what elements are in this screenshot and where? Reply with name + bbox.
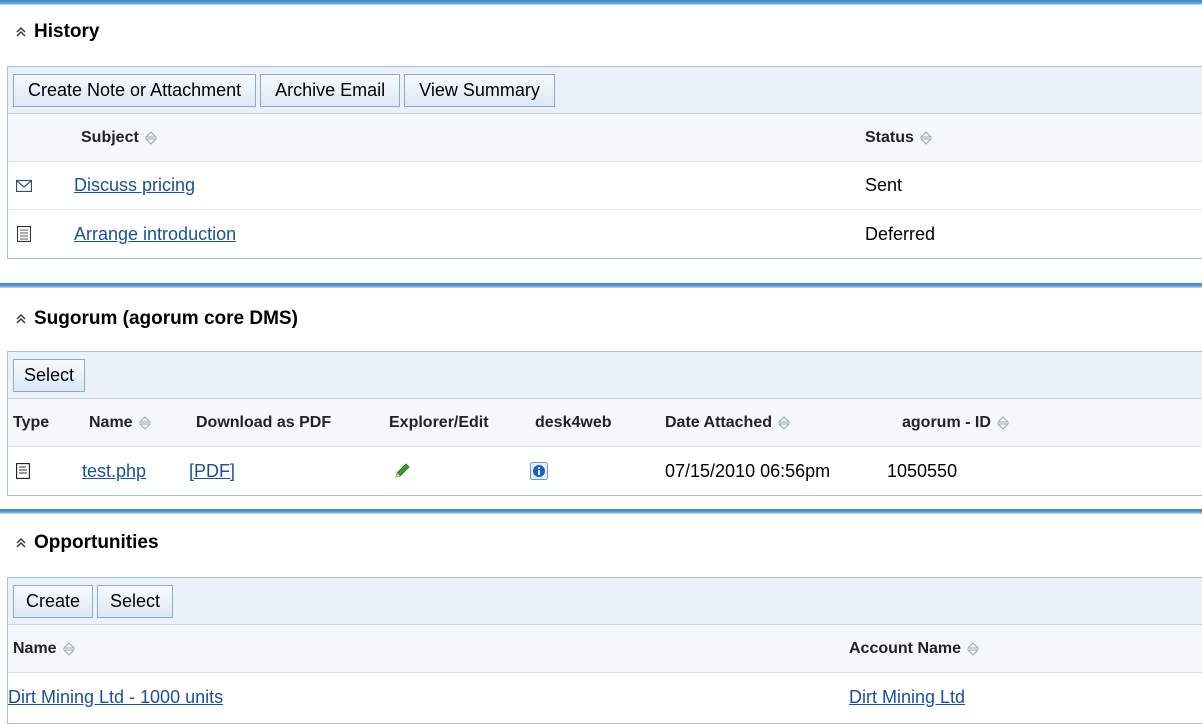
column-label: Subject (81, 128, 139, 146)
section-title: Opportunities (34, 532, 159, 553)
column-header-name[interactable]: Name (89, 414, 152, 432)
date-attached-text: 07/15/2010 06:56pm (665, 460, 831, 481)
column-header-type: Type (13, 413, 50, 431)
history-toolbar: Create Note or Attachment Archive Email … (8, 67, 1202, 114)
sort-icon[interactable] (919, 130, 933, 146)
column-header-desk4web: desk4web (535, 413, 612, 431)
column-label: Status (865, 128, 914, 146)
sort-icon[interactable] (777, 415, 791, 431)
select-button[interactable]: Select (97, 584, 174, 618)
note-icon (17, 226, 31, 242)
pencil-icon[interactable] (394, 463, 410, 479)
opportunities-section: Opportunities Create Select Name Account… (0, 509, 1202, 724)
table-row: Discuss pricing Sent (8, 162, 1202, 210)
column-label: Account Name (849, 639, 962, 657)
opportunities-header[interactable]: Opportunities (14, 532, 159, 554)
view-summary-button[interactable]: View Summary (404, 73, 555, 107)
table-row: Dirt Mining Ltd - 1000 units Dirt Mining… (8, 673, 1202, 721)
column-label: Name (89, 413, 133, 431)
section-title: History (34, 21, 100, 42)
subject-link[interactable]: Discuss pricing (74, 175, 195, 196)
sugorum-toolbar: Select (8, 352, 1202, 399)
collapse-icon[interactable] (14, 25, 28, 39)
info-icon[interactable] (530, 462, 548, 480)
sort-icon[interactable] (144, 130, 158, 146)
archive-email-button[interactable]: Archive Email (260, 73, 401, 107)
table-row: Arrange introduction Deferred (8, 210, 1202, 258)
section-divider (0, 509, 1202, 514)
opportunity-name-link[interactable]: Dirt Mining Ltd - 1000 units (8, 687, 223, 708)
sort-icon[interactable] (996, 415, 1010, 431)
status-text: Deferred (865, 223, 936, 244)
status-text: Sent (865, 175, 903, 195)
section-divider (0, 283, 1202, 288)
column-label: Name (13, 639, 57, 657)
sort-icon[interactable] (138, 415, 152, 431)
opportunities-table-header: Name Account Name (8, 625, 1202, 673)
sugorum-panel: Select Type Name Download as PDF Explore… (7, 351, 1202, 496)
opportunities-toolbar: Create Select (8, 578, 1202, 625)
column-header-subject[interactable]: Subject (81, 129, 158, 147)
sugorum-section: Sugorum (agorum core DMS) Select Type Na… (0, 283, 1202, 496)
column-label: Date Attached (665, 413, 772, 431)
column-label: agorum - ID (902, 413, 991, 431)
sort-icon[interactable] (62, 641, 76, 657)
sugorum-table-header: Type Name Download as PDF Explorer/Edit … (8, 399, 1202, 447)
section-title: Sugorum (agorum core DMS) (34, 308, 298, 329)
column-header-name[interactable]: Name (13, 640, 76, 658)
account-name-link[interactable]: Dirt Mining Ltd (849, 687, 965, 708)
collapse-icon[interactable] (14, 536, 28, 550)
opportunities-panel: Create Select Name Account Name Dirt Min… (7, 577, 1202, 724)
column-header-date-attached[interactable]: Date Attached (665, 414, 791, 432)
history-header[interactable]: History (14, 21, 99, 43)
column-header-explorer-edit: Explorer/Edit (389, 413, 489, 431)
table-row: test.php [PDF] 07/15/2010 06:56pm 105055… (8, 447, 1202, 495)
history-section: History Create Note or Attachment Archiv… (0, 0, 1202, 259)
sugorum-header[interactable]: Sugorum (agorum core DMS) (14, 308, 298, 330)
document-icon (16, 463, 30, 479)
history-panel: Create Note or Attachment Archive Email … (7, 66, 1202, 259)
create-button[interactable]: Create (13, 584, 94, 618)
agorum-id-text: 1050550 (887, 460, 958, 481)
section-divider (0, 0, 1202, 5)
create-note-button[interactable]: Create Note or Attachment (13, 73, 257, 107)
select-button[interactable]: Select (13, 358, 86, 392)
email-icon (16, 179, 32, 192)
column-header-account-name[interactable]: Account Name (849, 640, 980, 658)
history-table-header: Subject Status (8, 114, 1202, 162)
file-name-link[interactable]: test.php (82, 461, 146, 482)
column-header-download-pdf: Download as PDF (196, 413, 332, 431)
subject-link[interactable]: Arrange introduction (74, 224, 236, 245)
collapse-icon[interactable] (14, 312, 28, 326)
column-header-status[interactable]: Status (865, 129, 933, 147)
download-pdf-link[interactable]: [PDF] (189, 461, 235, 482)
column-header-agorum-id[interactable]: agorum - ID (902, 414, 1010, 432)
sort-icon[interactable] (966, 641, 980, 657)
